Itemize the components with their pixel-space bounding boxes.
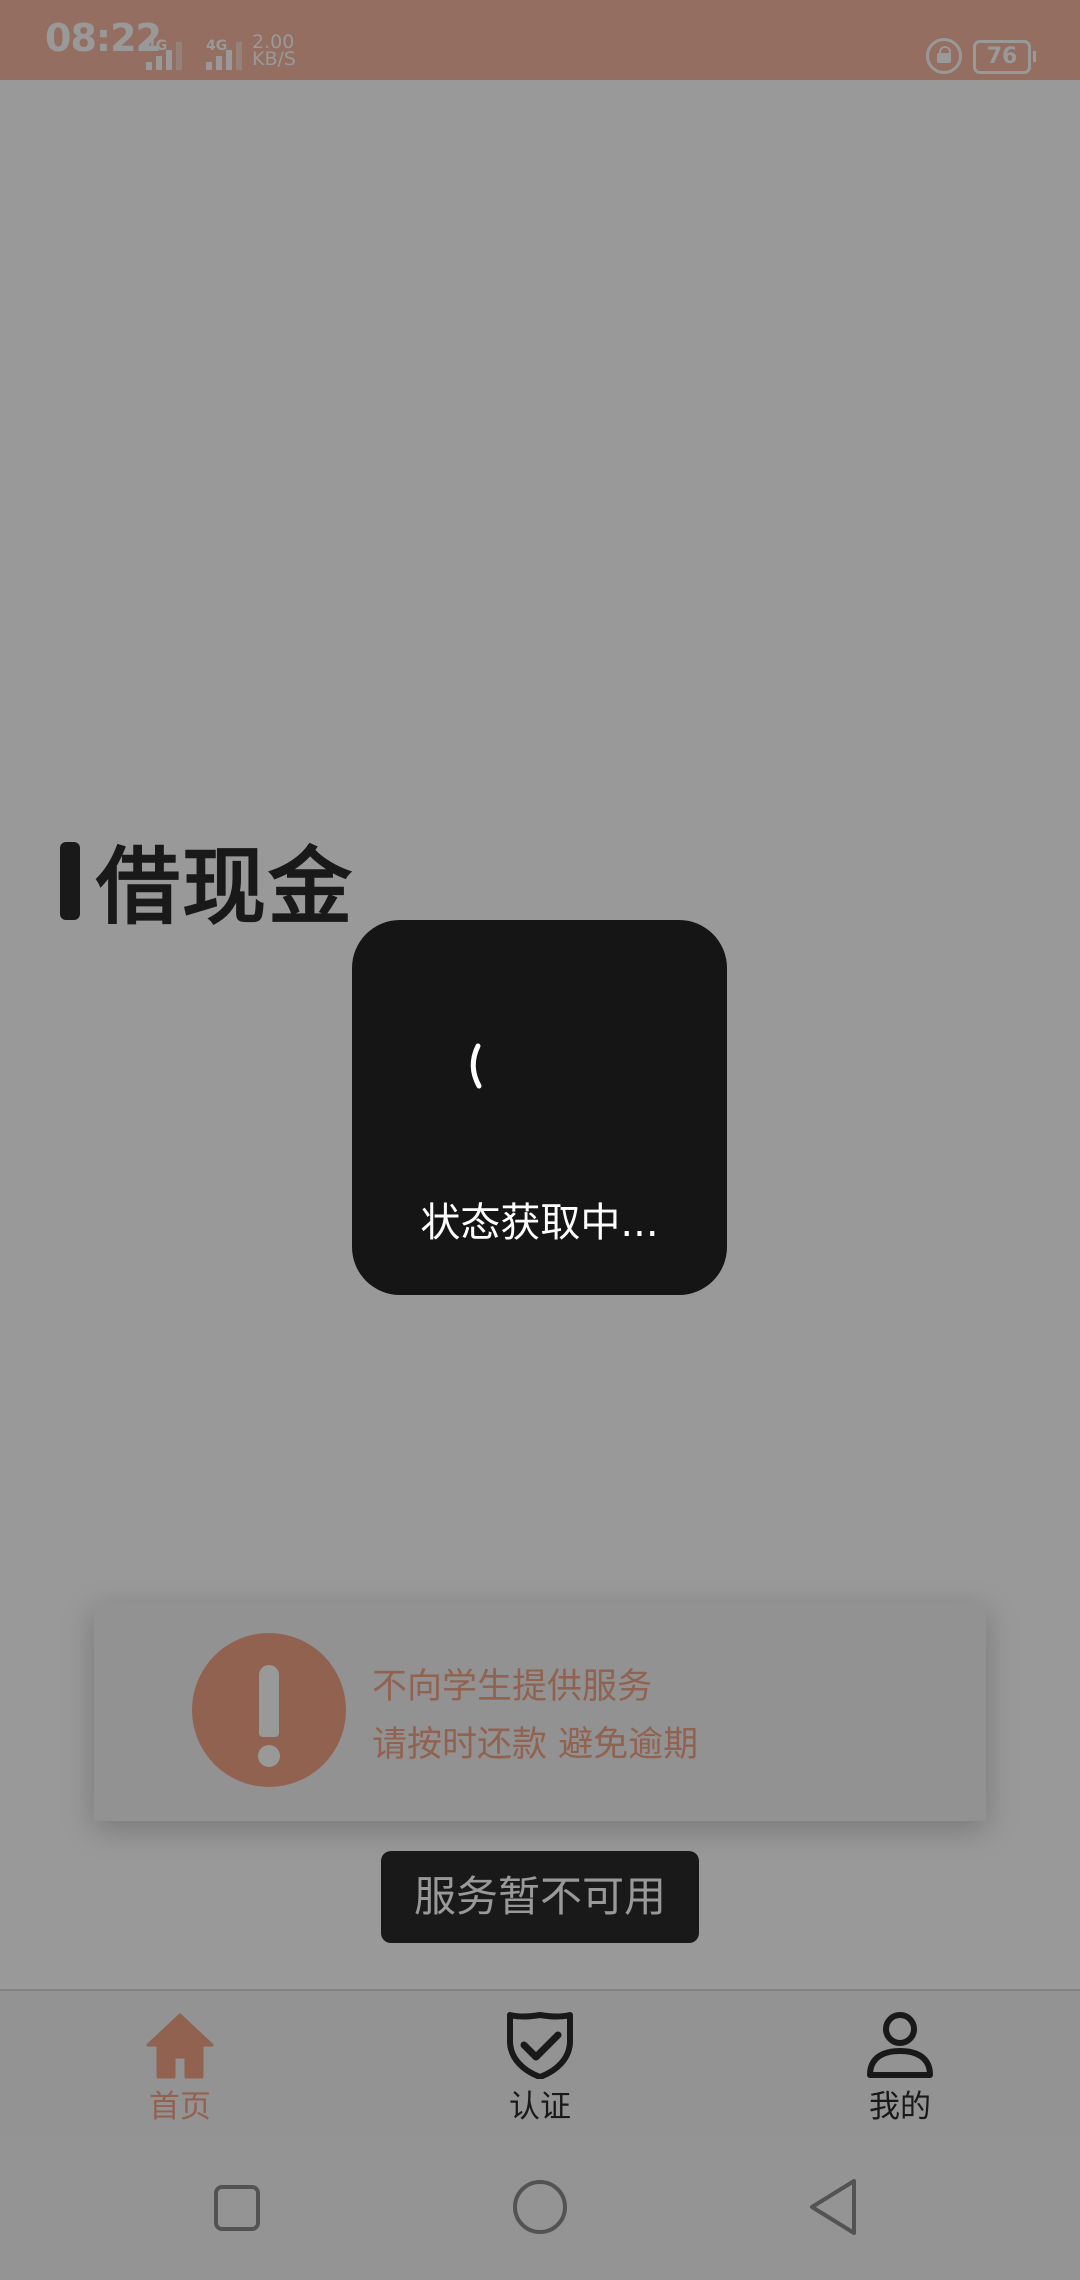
loading-spinner-icon	[470, 1043, 482, 1089]
loading-text: 状态获取中...	[420, 1200, 659, 1246]
loading-dialog: 状态获取中...	[352, 920, 727, 1295]
